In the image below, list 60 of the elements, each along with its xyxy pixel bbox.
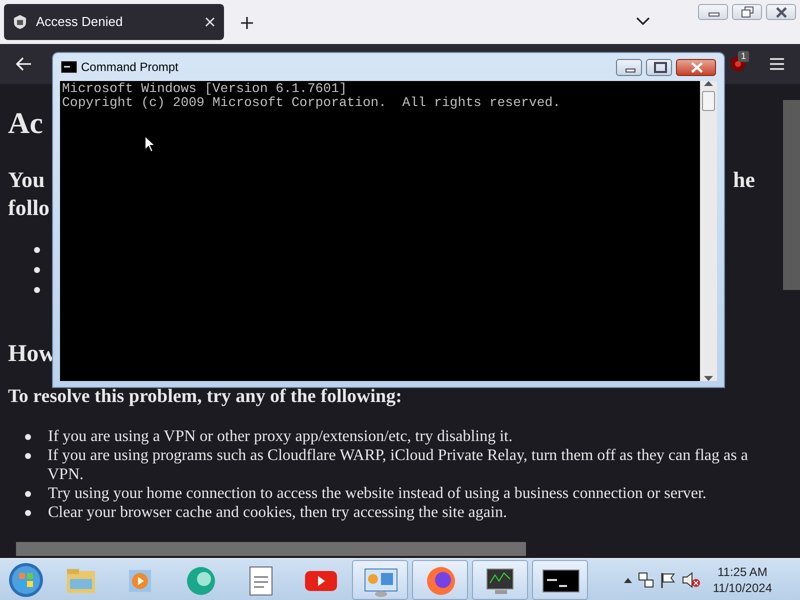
minimize-icon [626, 68, 636, 72]
console-text: Copyright (c) 2009 Microsoft Corporation. All rights reserved. [61, 95, 562, 109]
bullet-icon [34, 287, 40, 293]
restore-icon [742, 6, 754, 18]
minimize-button[interactable] [616, 58, 642, 76]
window-title: Command Prompt [81, 59, 180, 76]
back-button[interactable] [16, 57, 32, 71]
bullet-icon [25, 434, 31, 440]
taskbar-button[interactable] [472, 560, 528, 600]
close-icon[interactable] [204, 16, 216, 28]
taskbar-button[interactable] [532, 560, 588, 600]
menu-icon [770, 58, 784, 70]
tab-title: Access Denied [36, 13, 124, 32]
list-item-text: Try using your home connection to access the website instead of using a business connection or server. [48, 484, 708, 503]
badge-count: 1 [738, 51, 750, 62]
page-text: follo [8, 194, 51, 222]
close-icon [776, 6, 788, 18]
flag-icon[interactable] [658, 570, 677, 588]
console-text: Microsoft Windows [Version 6.1.7601] [61, 81, 348, 95]
scroll-up-icon [704, 81, 713, 87]
terminal-icon [61, 61, 77, 73]
plus-icon [240, 16, 254, 30]
bullet-icon [25, 510, 31, 516]
page-heading: Ac [8, 106, 44, 142]
bullet-icon [34, 267, 40, 273]
bullet-icon [24, 453, 31, 459]
close-button[interactable] [766, 4, 796, 20]
maximize-button[interactable] [646, 58, 672, 76]
chevron-down-icon [636, 16, 650, 26]
scroll-down-icon [704, 375, 713, 381]
restore-button[interactable] [732, 4, 762, 20]
shield-icon [12, 14, 28, 30]
page-heading: How [8, 340, 52, 369]
bullet-icon [34, 247, 40, 253]
scrollbar-thumb[interactable] [702, 91, 715, 111]
minimize-button[interactable] [698, 4, 728, 20]
new-tab-button[interactable] [240, 16, 254, 30]
chevron-up-icon[interactable] [622, 576, 633, 584]
menu-button[interactable] [770, 58, 784, 70]
volume-icon[interactable] [680, 570, 701, 588]
page-text: You [8, 166, 46, 194]
maximize-icon [654, 62, 667, 72]
network-icon[interactable] [636, 570, 655, 588]
bullet-icon [25, 491, 31, 497]
close-icon [690, 61, 704, 73]
browser-tab[interactable]: Access Denied [4, 4, 224, 40]
minimize-icon [708, 12, 720, 16]
list-item-text: Clear your browser cache and cookies, then try accessing the site again. [48, 503, 508, 522]
clock-time: 11:25 AM [716, 564, 768, 580]
scrollbar-thumb[interactable] [16, 542, 526, 556]
close-button[interactable] [676, 58, 716, 76]
section-title: To resolve this problem, try any of the following: [8, 386, 403, 408]
page-text: he [733, 166, 756, 194]
mouse-pointer-icon [144, 135, 156, 153]
list-item-text: If you are using a VPN or other proxy app/extension/etc, try disabling it. [48, 427, 514, 446]
tab-list-button[interactable] [636, 16, 650, 26]
clock-date: 11/10/2024 [712, 580, 772, 596]
scrollbar-thumb[interactable] [783, 100, 800, 290]
list-item-text: If you are using programs such as Cloudflare WARP, iCloud Private Relay, turn them off as they can flag as a VPN. [47, 446, 749, 484]
back-arrow-icon [16, 57, 32, 71]
